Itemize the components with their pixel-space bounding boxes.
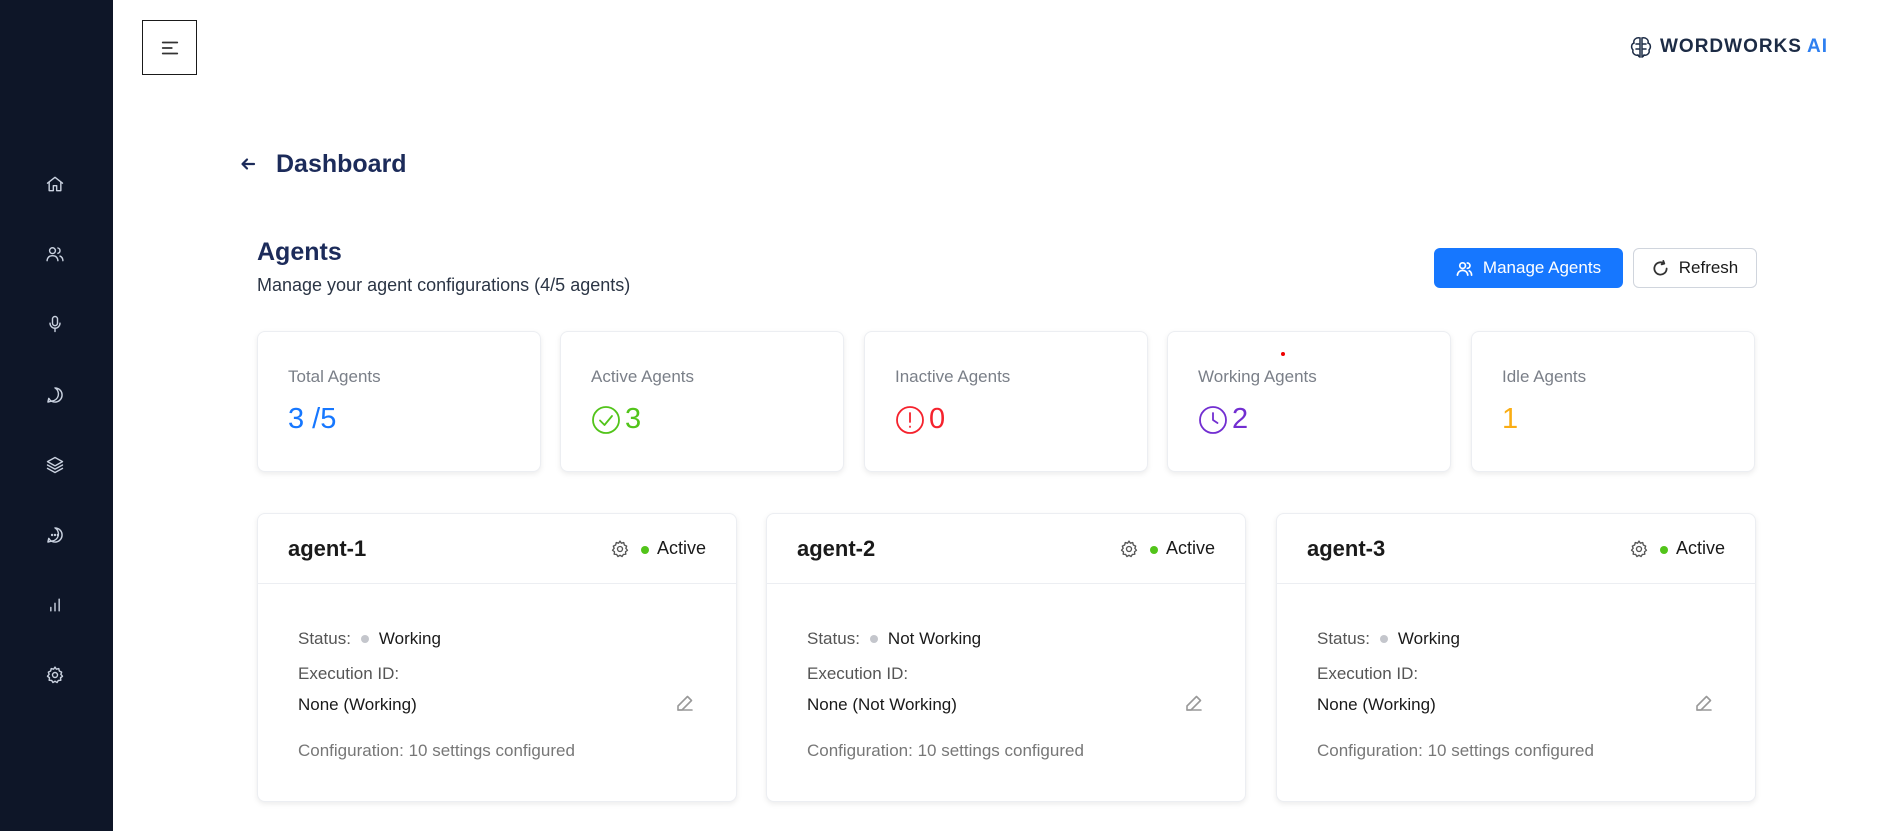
stat-card-total: Total Agents 3 /5 bbox=[257, 331, 541, 472]
layers-icon[interactable] bbox=[36, 446, 74, 484]
menu-icon bbox=[161, 41, 178, 54]
stat-value: 3 /5 bbox=[288, 403, 336, 436]
status-dot bbox=[869, 635, 878, 643]
exclamation-circle-icon bbox=[896, 405, 924, 434]
arrow-left-icon bbox=[241, 158, 256, 170]
stat-value: 0 bbox=[895, 403, 945, 436]
configuration-text: Configuration: 10 settings configured bbox=[807, 741, 1084, 760]
indicator-dot bbox=[1281, 352, 1285, 356]
status-label: Status: bbox=[298, 629, 351, 648]
clock-icon bbox=[1199, 405, 1227, 434]
agent-name: agent-3 bbox=[1307, 536, 1386, 561]
status-value: Working bbox=[378, 629, 441, 648]
stat-card-working: Working Agents 2 bbox=[1167, 331, 1451, 472]
configuration-text: Configuration: 10 settings configured bbox=[298, 741, 575, 760]
status-value: Not Working bbox=[887, 629, 982, 648]
stat-value: 1 bbox=[1502, 403, 1518, 436]
microphone-icon[interactable] bbox=[36, 305, 74, 343]
status-row: Status: Not Working bbox=[807, 629, 981, 649]
execution-value: None (Working) bbox=[1317, 695, 1436, 714]
active-status-dot bbox=[641, 546, 649, 554]
stat-number: 3 bbox=[625, 403, 642, 435]
stat-label: Working Agents bbox=[1198, 367, 1317, 386]
brand-logo[interactable]: WORDWORKS AI bbox=[1628, 34, 1828, 60]
gear-icon[interactable] bbox=[36, 656, 74, 694]
chat-bubble-icon[interactable] bbox=[36, 376, 74, 414]
stat-label: Idle Agents bbox=[1502, 367, 1587, 386]
stat-label: Total Agents bbox=[288, 367, 381, 386]
agent-card: agent-2 Active Status: Not Working Execu… bbox=[766, 513, 1246, 802]
brand-name: WORDWORKS AI bbox=[1660, 36, 1828, 57]
menu-toggle-button[interactable] bbox=[142, 20, 197, 75]
settings-icon[interactable] bbox=[1629, 539, 1649, 559]
edit-icon[interactable] bbox=[1185, 694, 1203, 712]
agent-state: Active bbox=[1675, 538, 1725, 558]
agent-card-header: agent-1 Active bbox=[258, 514, 736, 584]
stat-value: 2 bbox=[1198, 403, 1248, 436]
page: WORDWORKS AI Dashboard Agents Manage your… bbox=[0, 0, 1902, 831]
message-dots-icon[interactable] bbox=[36, 516, 74, 554]
agent-name: agent-1 bbox=[288, 536, 367, 561]
section-title: Agents bbox=[257, 238, 342, 266]
status-row: Status: Working bbox=[298, 629, 441, 649]
brain-icon bbox=[1630, 37, 1652, 58]
stat-number: 1 bbox=[1502, 403, 1519, 435]
agent-card-header: agent-2 Active bbox=[767, 514, 1245, 584]
agent-state: Active bbox=[656, 538, 706, 558]
status-dot bbox=[360, 635, 369, 643]
agent-state: Active bbox=[1165, 538, 1215, 558]
status-row: Status: Working bbox=[1317, 629, 1460, 649]
status-dot bbox=[1379, 635, 1388, 643]
users-icon[interactable] bbox=[36, 235, 74, 273]
execution-label: Execution ID: bbox=[807, 664, 909, 683]
active-status-dot bbox=[1660, 546, 1668, 554]
execution-value: None (Working) bbox=[298, 695, 417, 714]
page-title: Dashboard bbox=[276, 150, 407, 178]
section-subtitle: Manage your agent configurations (4/5 ag… bbox=[257, 275, 631, 295]
agent-card: agent-3 Active Status: Working Execution… bbox=[1276, 513, 1756, 802]
stat-value: 3 bbox=[591, 403, 641, 436]
edit-icon[interactable] bbox=[1695, 694, 1713, 712]
active-status-dot bbox=[1150, 546, 1158, 554]
home-icon[interactable] bbox=[36, 165, 74, 203]
agent-card-header: agent-3 Active bbox=[1277, 514, 1755, 584]
stat-number: 2 bbox=[1232, 403, 1249, 435]
stat-label: Inactive Agents bbox=[895, 367, 1011, 386]
bar-chart-icon[interactable] bbox=[36, 586, 74, 624]
check-circle-icon bbox=[592, 405, 620, 434]
settings-icon[interactable] bbox=[1119, 539, 1139, 559]
stat-number: 0 bbox=[929, 403, 946, 435]
stat-label: Active Agents bbox=[591, 367, 695, 386]
back-button[interactable] bbox=[236, 152, 260, 176]
manage-agents-label: Manage Agents bbox=[1482, 258, 1602, 277]
stat-card-active: Active Agents 3 bbox=[560, 331, 844, 472]
agent-card: agent-1 Active Status: Working Execution… bbox=[257, 513, 737, 802]
stat-number: 3 /5 bbox=[288, 403, 337, 435]
status-label: Status: bbox=[807, 629, 860, 648]
manage-agents-button[interactable]: Manage Agents bbox=[1434, 248, 1623, 288]
configuration-text: Configuration: 10 settings configured bbox=[1317, 741, 1594, 760]
stat-card-inactive: Inactive Agents 0 bbox=[864, 331, 1148, 472]
execution-label: Execution ID: bbox=[298, 664, 400, 683]
sidebar bbox=[0, 0, 113, 831]
refresh-button[interactable]: Refresh bbox=[1633, 248, 1757, 288]
refresh-icon bbox=[1653, 259, 1668, 275]
user-group-icon bbox=[1456, 261, 1473, 276]
stat-card-idle: Idle Agents 1 bbox=[1471, 331, 1755, 472]
refresh-label: Refresh bbox=[1678, 258, 1739, 277]
execution-value: None (Not Working) bbox=[807, 695, 957, 714]
execution-label: Execution ID: bbox=[1317, 664, 1419, 683]
edit-icon[interactable] bbox=[676, 694, 694, 712]
settings-icon[interactable] bbox=[610, 539, 630, 559]
agent-name: agent-2 bbox=[797, 536, 876, 561]
status-value: Working bbox=[1397, 629, 1460, 648]
status-label: Status: bbox=[1317, 629, 1370, 648]
